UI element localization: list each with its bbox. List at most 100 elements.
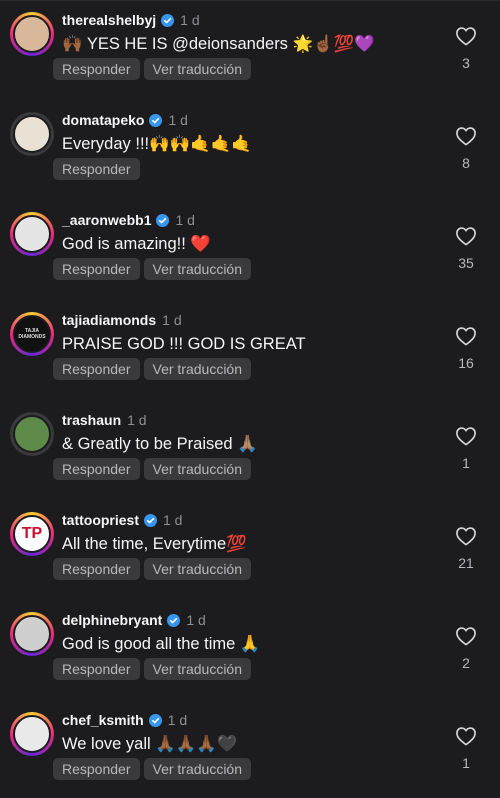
verified-badge-icon [167, 613, 181, 627]
avatar[interactable] [10, 612, 54, 656]
comment-item: _aaronwebb1 1 d God is amazing!! ❤️ Resp… [0, 200, 500, 300]
like-control: 2 [454, 626, 478, 671]
comment-meta: trashaun 1 d [62, 411, 147, 429]
like-control: 8 [454, 126, 478, 171]
verified-badge-icon [148, 713, 162, 727]
translate-button[interactable]: Ver traducción [143, 358, 251, 380]
avatar-image [13, 615, 51, 653]
comment-actions: Responder Ver traducción [53, 258, 251, 280]
like-count: 2 [462, 655, 470, 671]
reply-button[interactable]: Responder [53, 158, 140, 180]
username[interactable]: domatapeko [62, 111, 144, 129]
comment-time: 1 d [167, 712, 188, 728]
avatar[interactable] [10, 112, 54, 156]
avatar[interactable] [10, 412, 54, 456]
comment-meta: domatapeko 1 d [62, 111, 188, 129]
username[interactable]: tajiadiamonds [62, 311, 156, 329]
like-control: 1 [454, 726, 478, 771]
verified-badge-icon [156, 213, 170, 227]
translate-button[interactable]: Ver traducción [143, 58, 251, 80]
translate-button[interactable]: Ver traducción [143, 658, 251, 680]
like-count: 1 [462, 755, 470, 771]
username[interactable]: tattoopriest [62, 511, 139, 529]
reply-button[interactable]: Responder [53, 258, 140, 280]
like-control: 16 [454, 326, 478, 371]
comment-actions: Responder [53, 158, 140, 180]
comment-actions: Responder Ver traducción [53, 658, 251, 680]
like-count: 1 [462, 455, 470, 471]
avatar-image [13, 215, 51, 253]
like-count: 21 [458, 555, 474, 571]
comment-text: God is amazing!! ❤️ [62, 235, 211, 253]
reply-button[interactable]: Responder [53, 58, 140, 80]
comment-actions: Responder Ver traducción [53, 358, 251, 380]
reply-button[interactable]: Responder [53, 558, 140, 580]
translate-button[interactable]: Ver traducción [143, 458, 251, 480]
username[interactable]: delphinebryant [62, 611, 162, 629]
verified-badge-icon [149, 113, 163, 127]
avatar[interactable]: TP [10, 512, 54, 556]
heart-icon[interactable] [455, 326, 477, 346]
avatar-logo: TP [13, 515, 51, 553]
comment-time: 1 d [162, 312, 182, 328]
comment-time: 1 d [186, 612, 206, 628]
comment-time: 1 d [127, 412, 147, 428]
translate-button[interactable]: Ver traducción [143, 758, 251, 780]
comment-text: God is good all the time 🙏 [62, 635, 261, 653]
avatar-image [13, 115, 51, 153]
verified-badge-icon [144, 513, 157, 527]
translate-button[interactable]: Ver traducción [143, 258, 251, 280]
like-count: 16 [458, 355, 474, 371]
heart-icon[interactable] [455, 226, 477, 246]
comment-item: domatapeko 1 d Everyday !!!🙌🙌🤙🤙🤙 Respond… [0, 100, 500, 200]
username[interactable]: therealshelbyj [62, 11, 156, 29]
comment-text: PRAISE GOD !!! GOD IS GREAT [62, 335, 306, 353]
reply-button[interactable]: Responder [53, 358, 140, 380]
comment-meta: chef_ksmith 1 d [62, 711, 187, 729]
avatar-image [13, 715, 51, 753]
avatar-image [13, 15, 51, 53]
like-control: 21 [454, 526, 478, 571]
comment-meta: tattoopriest 1 d [62, 511, 182, 529]
comment-text: All the time, Everytime💯 [62, 535, 247, 553]
username[interactable]: trashaun [62, 411, 121, 429]
comment-text: We love yall 🙏🏾🙏🏾🙏🏾🖤 [62, 735, 238, 753]
reply-button[interactable]: Responder [53, 758, 140, 780]
comment-time: 1 d [175, 212, 195, 228]
comment-time: 1 d [163, 512, 183, 528]
comment-item: therealshelbyj 1 d 🙌🏾 YES HE IS @deionsa… [0, 0, 500, 100]
username[interactable]: chef_ksmith [62, 711, 144, 729]
heart-icon[interactable] [455, 426, 477, 446]
comment-meta: delphinebryant 1 d [62, 611, 206, 629]
comment-item: delphinebryant 1 d God is good all the t… [0, 600, 500, 700]
comment-item: TP tattoopriest 1 d All the time, Everyt… [0, 500, 500, 600]
reply-button[interactable]: Responder [53, 658, 140, 680]
heart-icon[interactable] [455, 626, 477, 646]
heart-icon[interactable] [455, 126, 477, 146]
avatar-logo: TAJIA DIAMONDS [13, 315, 51, 353]
username[interactable]: _aaronwebb1 [62, 211, 151, 229]
heart-icon[interactable] [455, 726, 477, 746]
heart-icon[interactable] [455, 26, 477, 46]
comment-actions: Responder Ver traducción [53, 58, 251, 80]
comment-meta: _aaronwebb1 1 d [62, 211, 195, 229]
comment-time: 1 d [168, 112, 188, 128]
comment-actions: Responder Ver traducción [53, 458, 251, 480]
heart-icon[interactable] [455, 526, 477, 546]
reply-button[interactable]: Responder [53, 458, 140, 480]
comment-item: trashaun 1 d & Greatly to be Praised 🙏🏽 … [0, 400, 500, 500]
comment-text: Everyday !!!🙌🙌🤙🤙🤙 [62, 135, 252, 153]
comment-actions: Responder Ver traducción [53, 558, 251, 580]
avatar[interactable] [10, 12, 54, 56]
comment-time: 1 d [180, 12, 200, 28]
translate-button[interactable]: Ver traducción [143, 558, 251, 580]
avatar[interactable] [10, 212, 54, 256]
avatar[interactable] [10, 712, 54, 756]
comment-item: TAJIA DIAMONDS tajiadiamonds 1 d PRAISE … [0, 300, 500, 400]
like-control: 35 [454, 226, 478, 271]
avatar[interactable]: TAJIA DIAMONDS [10, 312, 54, 356]
comment-text: & Greatly to be Praised 🙏🏽 [62, 435, 258, 453]
comment-meta: tajiadiamonds 1 d [62, 311, 182, 329]
like-control: 1 [454, 426, 478, 471]
comments-list: therealshelbyj 1 d 🙌🏾 YES HE IS @deionsa… [0, 0, 500, 798]
